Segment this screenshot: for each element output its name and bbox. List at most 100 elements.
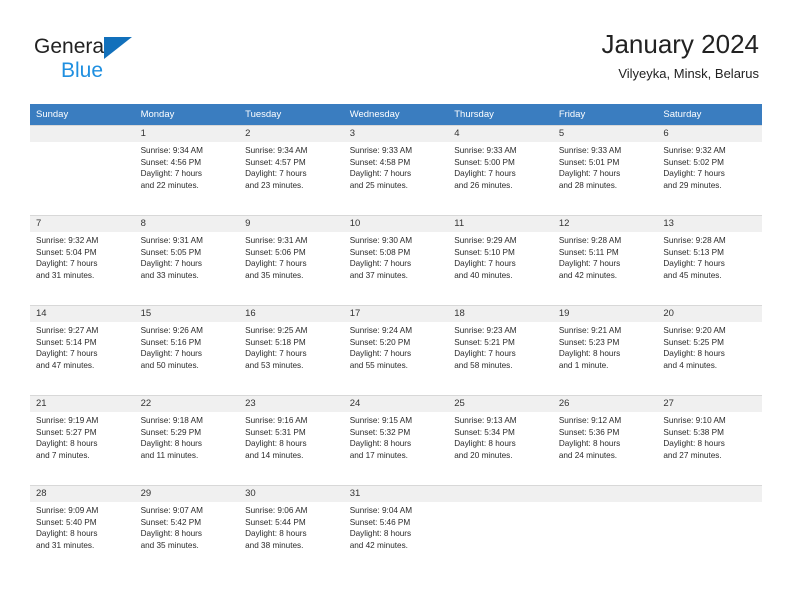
- day-sun-info: Sunrise: 9:12 AM Sunset: 5:36 PM Daylight:…: [553, 412, 658, 461]
- sunrise-text: Sunrise: 9:07 AM: [140, 506, 203, 515]
- day-number: 14: [30, 306, 135, 322]
- day-number: 25: [448, 396, 553, 412]
- day-cell[interactable]: 25 Sunrise: 9:13 AM Sunset: 5:34 PM Dayligh…: [448, 395, 553, 485]
- daylight-text-line1: Daylight: 8 hours: [454, 439, 516, 449]
- sunset-text: Sunset: 5:16 PM: [140, 337, 202, 347]
- day-cell[interactable]: 3 Sunrise: 9:33 AM Sunset: 4:58 PM Daylight…: [343, 125, 449, 215]
- calendar-body: 1 Sunrise: 9:34 AM Sunset: 4:56 PM Daylight…: [30, 125, 762, 575]
- daylight-text-line1: Daylight: 7 hours: [245, 169, 307, 179]
- day-cell[interactable]: 4 Sunrise: 9:33 AM Sunset: 5:00 PM Daylight…: [448, 125, 553, 215]
- day-cell[interactable]: 13 Sunrise: 9:28 AM Sunset: 5:13 PM Dayligh…: [657, 215, 762, 305]
- day-cell[interactable]: 11 Sunrise: 9:29 AM Sunset: 5:10 PM Dayligh…: [448, 215, 553, 305]
- calendar-cell: 12 Sunrise: 9:28 AM Sunset: 5:11 PM Dayligh…: [552, 215, 658, 305]
- day-cell[interactable]: 27 Sunrise: 9:10 AM Sunset: 5:38 PM Dayligh…: [657, 395, 762, 485]
- day-sun-info: Sunrise: 9:26 AM Sunset: 5:16 PM Daylight:…: [135, 322, 240, 371]
- calendar-cell: 5 Sunrise: 9:33 AM Sunset: 5:01 PM Daylight…: [552, 125, 658, 215]
- day-sun-info: Sunrise: 9:21 AM Sunset: 5:23 PM Daylight:…: [553, 322, 658, 371]
- day-cell[interactable]: 20 Sunrise: 9:20 AM Sunset: 5:25 PM Dayligh…: [657, 305, 762, 395]
- day-cell[interactable]: 31 Sunrise: 9:04 AM Sunset: 5:46 PM Dayligh…: [343, 485, 449, 575]
- sunset-text: Sunset: 5:27 PM: [36, 427, 97, 437]
- day-cell[interactable]: 28 Sunrise: 9:09 AM Sunset: 5:40 PM Dayligh…: [30, 485, 135, 575]
- day-cell[interactable]: 21 Sunrise: 9:19 AM Sunset: 5:27 PM Dayligh…: [30, 395, 135, 485]
- sunrise-text: Sunrise: 9:34 AM: [140, 146, 203, 155]
- sunset-text: Sunset: 5:42 PM: [140, 517, 202, 527]
- daylight-text-line1: Daylight: 7 hours: [349, 169, 412, 179]
- day-cell[interactable]: 6 Sunrise: 9:32 AM Sunset: 5:02 PM Daylight…: [657, 125, 762, 215]
- day-sun-info: Sunrise: 9:30 AM Sunset: 5:08 PM Daylight:…: [344, 232, 449, 281]
- day-cell[interactable]: 8 Sunrise: 9:31 AM Sunset: 5:05 PM Daylight…: [134, 215, 240, 305]
- day-cell[interactable]: 24 Sunrise: 9:15 AM Sunset: 5:32 PM Dayligh…: [343, 395, 449, 485]
- daylight-text-line2: and 42 minutes.: [349, 540, 408, 550]
- day-number: 5: [552, 126, 658, 142]
- sunrise-text: Sunrise: 9:25 AM: [245, 326, 308, 335]
- sunrise-text: Sunrise: 9:06 AM: [245, 506, 308, 515]
- weekday-header-thursday: Thursday: [448, 104, 553, 125]
- sunset-text: Sunset: 5:11 PM: [558, 247, 619, 257]
- calendar-cell: 20 Sunrise: 9:20 AM Sunset: 5:25 PM Dayligh…: [657, 305, 762, 395]
- brand-name-general: General: [34, 35, 109, 58]
- day-cell[interactable]: 5 Sunrise: 9:33 AM Sunset: 5:01 PM Daylight…: [552, 125, 658, 215]
- day-cell[interactable]: 29 Sunrise: 9:07 AM Sunset: 5:42 PM Dayligh…: [134, 485, 240, 575]
- day-cell[interactable]: 2 Sunrise: 9:34 AM Sunset: 4:57 PM Daylight…: [239, 125, 344, 215]
- calendar-cell: [552, 485, 658, 575]
- calendar-week-row: 21 Sunrise: 9:19 AM Sunset: 5:27 PM Dayligh…: [30, 395, 762, 485]
- day-sun-info: Sunrise: 9:34 AM Sunset: 4:57 PM Daylight:…: [239, 142, 344, 191]
- day-cell[interactable]: 10 Sunrise: 9:30 AM Sunset: 5:08 PM Dayligh…: [343, 215, 449, 305]
- day-number: 22: [134, 396, 240, 412]
- calendar-cell: 31 Sunrise: 9:04 AM Sunset: 5:46 PM Dayligh…: [343, 485, 449, 575]
- calendar-cell: 8 Sunrise: 9:31 AM Sunset: 5:05 PM Daylight…: [134, 215, 240, 305]
- daylight-text-line1: Daylight: 7 hours: [140, 169, 203, 179]
- daylight-text-line1: Daylight: 7 hours: [140, 259, 203, 269]
- daylight-text-line1: Daylight: 8 hours: [558, 349, 621, 359]
- calendar-cell: 24 Sunrise: 9:15 AM Sunset: 5:32 PM Dayligh…: [343, 395, 449, 485]
- calendar-cell: 16 Sunrise: 9:25 AM Sunset: 5:18 PM Dayligh…: [239, 305, 344, 395]
- day-cell[interactable]: 12 Sunrise: 9:28 AM Sunset: 5:11 PM Dayligh…: [552, 215, 658, 305]
- day-number: 30: [239, 486, 344, 502]
- day-cell[interactable]: 1 Sunrise: 9:34 AM Sunset: 4:56 PM Daylight…: [134, 125, 240, 215]
- daylight-text-line1: Daylight: 8 hours: [663, 349, 725, 359]
- calendar-cell: 3 Sunrise: 9:33 AM Sunset: 4:58 PM Daylight…: [343, 125, 449, 215]
- sunrise-text: Sunrise: 9:10 AM: [663, 416, 726, 425]
- sunrise-text: Sunrise: 9:20 AM: [663, 326, 726, 335]
- day-sun-info: Sunrise: 9:29 AM Sunset: 5:10 PM Daylight:…: [448, 232, 553, 281]
- day-cell[interactable]: 30 Sunrise: 9:06 AM Sunset: 5:44 PM Dayligh…: [239, 485, 344, 575]
- day-sun-info: Sunrise: 9:09 AM Sunset: 5:40 PM Daylight:…: [30, 502, 135, 551]
- sunset-text: Sunset: 5:04 PM: [36, 247, 97, 257]
- sunrise-text: Sunrise: 9:28 AM: [663, 236, 726, 245]
- weekday-header-saturday: Saturday: [657, 104, 762, 125]
- calendar-cell: 25 Sunrise: 9:13 AM Sunset: 5:34 PM Dayligh…: [448, 395, 553, 485]
- sunrise-text: Sunrise: 9:30 AM: [349, 236, 413, 245]
- day-cell[interactable]: 18 Sunrise: 9:23 AM Sunset: 5:21 PM Dayligh…: [448, 305, 553, 395]
- daylight-text-line1: Daylight: 7 hours: [558, 169, 621, 179]
- day-cell[interactable]: 7 Sunrise: 9:32 AM Sunset: 5:04 PM Daylight…: [30, 215, 135, 305]
- sunset-text: Sunset: 5:29 PM: [140, 427, 202, 437]
- day-cell[interactable]: 26 Sunrise: 9:12 AM Sunset: 5:36 PM Dayligh…: [552, 395, 658, 485]
- day-cell[interactable]: 14 Sunrise: 9:27 AM Sunset: 5:14 PM Dayligh…: [30, 305, 135, 395]
- daylight-text-line2: and 17 minutes.: [349, 450, 408, 460]
- sunrise-text: Sunrise: 9:23 AM: [454, 326, 517, 335]
- day-cell[interactable]: 17 Sunrise: 9:24 AM Sunset: 5:20 PM Dayligh…: [343, 305, 449, 395]
- day-cell[interactable]: 15 Sunrise: 9:26 AM Sunset: 5:16 PM Dayligh…: [134, 305, 240, 395]
- day-number: 10: [343, 216, 449, 232]
- day-cell[interactable]: 9 Sunrise: 9:31 AM Sunset: 5:06 PM Daylight…: [239, 215, 344, 305]
- sunrise-text: Sunrise: 9:18 AM: [140, 416, 203, 425]
- day-sun-info: Sunrise: 9:33 AM Sunset: 5:01 PM Daylight:…: [553, 142, 658, 191]
- day-cell[interactable]: 23 Sunrise: 9:16 AM Sunset: 5:31 PM Dayligh…: [239, 395, 344, 485]
- calendar-cell: 10 Sunrise: 9:30 AM Sunset: 5:08 PM Dayligh…: [343, 215, 449, 305]
- daylight-text-line1: Daylight: 7 hours: [36, 259, 98, 269]
- sunset-text: Sunset: 5:44 PM: [245, 517, 306, 527]
- day-cell[interactable]: 16 Sunrise: 9:25 AM Sunset: 5:18 PM Dayligh…: [239, 305, 344, 395]
- sunset-text: Sunset: 5:00 PM: [454, 157, 515, 167]
- daylight-text-line1: Daylight: 7 hours: [454, 349, 516, 359]
- day-sun-info: Sunrise: 9:15 AM Sunset: 5:32 PM Daylight:…: [344, 412, 449, 461]
- calendar-cell: 22 Sunrise: 9:18 AM Sunset: 5:29 PM Dayligh…: [134, 395, 240, 485]
- day-cell[interactable]: 22 Sunrise: 9:18 AM Sunset: 5:29 PM Dayligh…: [134, 395, 240, 485]
- day-cell[interactable]: 19 Sunrise: 9:21 AM Sunset: 5:23 PM Dayligh…: [552, 305, 658, 395]
- day-sun-info: Sunrise: 9:18 AM Sunset: 5:29 PM Daylight:…: [135, 412, 240, 461]
- brand-logo[interactable]: General Blue: [34, 34, 214, 90]
- sunset-text: Sunset: 5:01 PM: [558, 157, 620, 167]
- day-number: [448, 486, 553, 502]
- daylight-text-line2: and 35 minutes.: [140, 540, 199, 550]
- sunset-text: Sunset: 5:20 PM: [349, 337, 411, 347]
- daylight-text-line1: Daylight: 8 hours: [349, 529, 412, 539]
